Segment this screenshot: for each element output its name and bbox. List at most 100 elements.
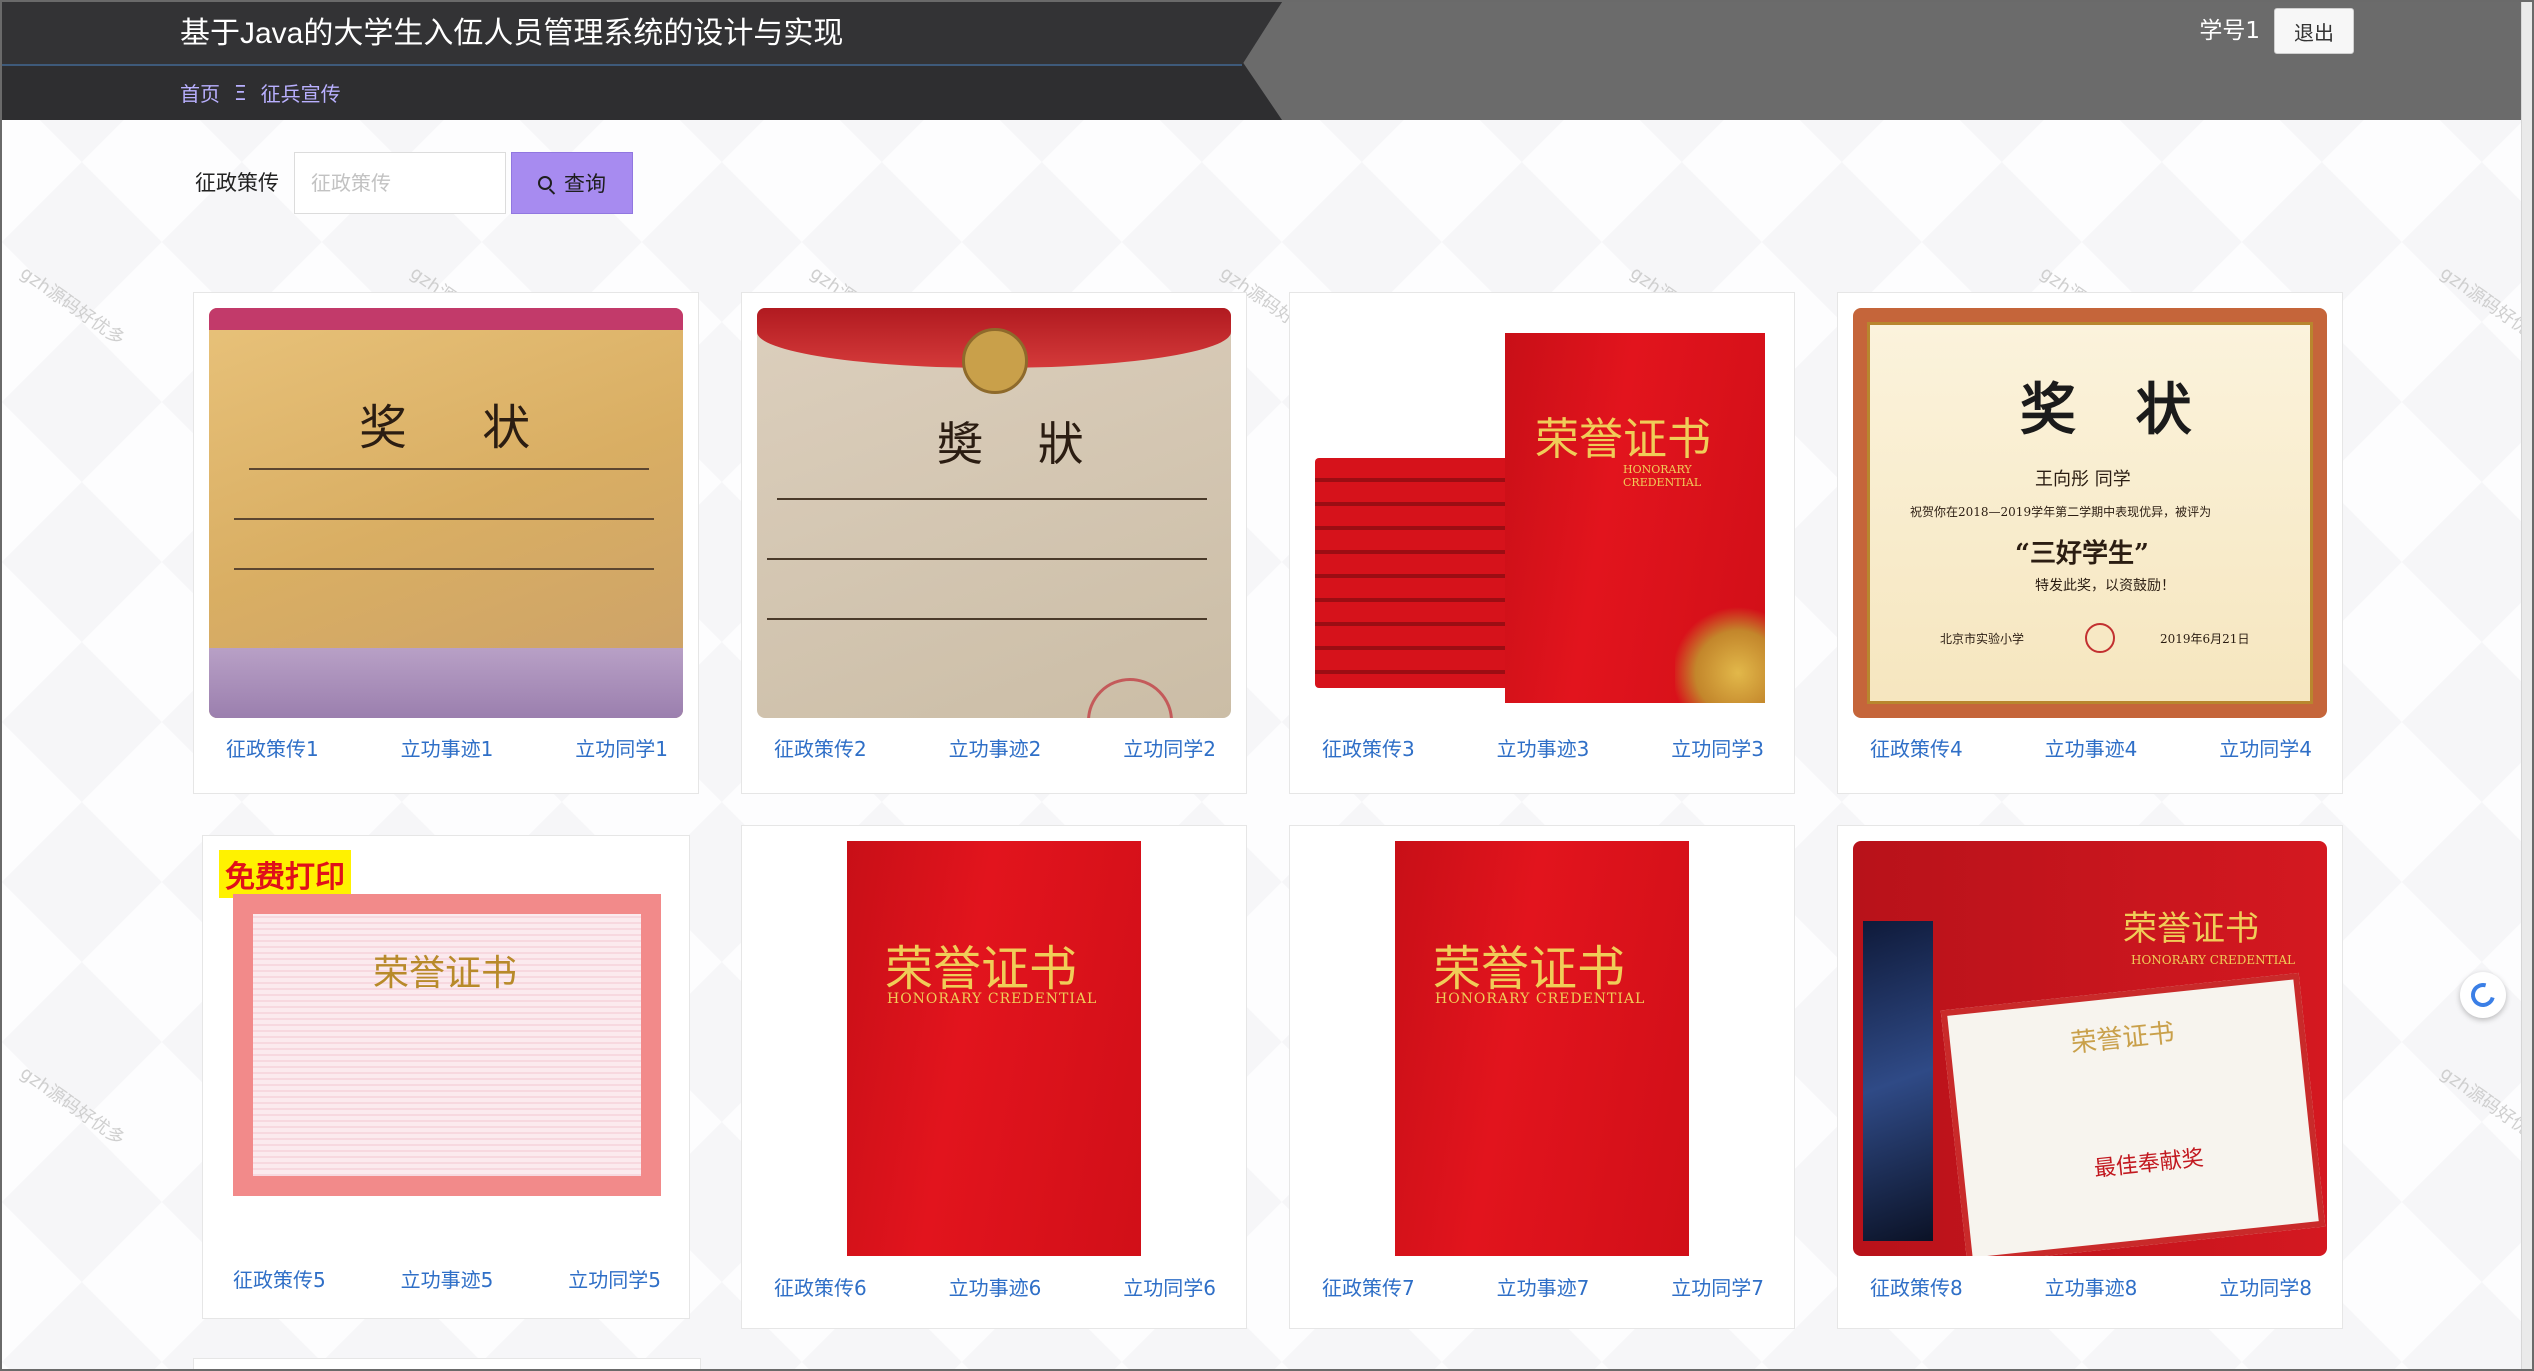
free-print-badge: 免费打印 <box>219 850 351 898</box>
link-student[interactable]: 立功同学4 <box>2219 733 2312 762</box>
link-policy[interactable]: 征政策传1 <box>226 733 319 762</box>
refresh-icon <box>2466 978 2500 1012</box>
emblem-icon <box>962 328 1028 394</box>
card-image-award-old[interactable]: 奬 狀 <box>757 308 1231 718</box>
card-image-border <box>209 308 683 330</box>
open-certificate: 荣誉证书 最佳奉献奖 <box>1940 972 2326 1256</box>
card-links: 征政策传1 立功事迹1 立功同学1 <box>226 733 668 762</box>
top-header: 基于Java的大学生入伍人员管理系统的设计与实现 首页 Ξ 征兵宣传 学号1 退… <box>2 2 2532 120</box>
card-links: 征政策传8 立功事迹8 立功同学8 <box>1870 1272 2312 1301</box>
search-label: 征政策传 <box>195 171 279 195</box>
floating-assistant-button[interactable] <box>2460 972 2506 1018</box>
link-student[interactable]: 立功同学6 <box>1123 1272 1216 1301</box>
student-name: 王向彤 同学 <box>2035 469 2131 490</box>
student-title: “三好学生” <box>2015 539 2149 569</box>
award-heading: 奬 狀 <box>937 417 1104 471</box>
link-student[interactable]: 立功同学2 <box>1123 733 1216 762</box>
award-heading: 奖 状 <box>359 400 561 456</box>
link-policy[interactable]: 征政策传7 <box>1322 1272 1415 1301</box>
link-student[interactable]: 立功同学5 <box>568 1264 661 1293</box>
card-links: 征政策传4 立功事迹4 立功同学4 <box>1870 733 2312 762</box>
link-student[interactable]: 立功同学3 <box>1671 733 1764 762</box>
handwriting-line <box>234 568 654 576</box>
watermark: gzh源码好优多 <box>16 262 129 350</box>
card[interactable]: 荣誉证书 HONORARY CREDENTIAL 征政策传3 立功事迹3 立功同… <box>1289 292 1795 794</box>
header-divider <box>2 64 1242 66</box>
handwriting-line <box>249 468 649 476</box>
link-deed[interactable]: 立功事迹3 <box>1497 733 1590 762</box>
search-button[interactable]: 查询 <box>511 152 633 214</box>
card-links: 征政策传6 立功事迹6 立功同学6 <box>774 1272 1216 1301</box>
link-policy[interactable]: 征政策传6 <box>774 1272 867 1301</box>
card-links: 征政策传7 立功事迹7 立功同学7 <box>1322 1272 1764 1301</box>
link-student[interactable]: 立功同学1 <box>575 733 668 762</box>
card-image-credential-open[interactable]: 荣誉证书 HONORARY CREDENTIAL 荣誉证书 最佳奉献奖 <box>1853 841 2327 1256</box>
honor-heading: 荣誉证书 <box>1535 414 1711 465</box>
red-book-cover: 荣誉证书 HONORARY CREDENTIAL <box>847 841 1141 1256</box>
handwriting-line <box>767 618 1207 626</box>
link-deed[interactable]: 立功事迹1 <box>401 733 494 762</box>
link-policy[interactable]: 征政策传4 <box>1870 733 1963 762</box>
card-links: 征政策传2 立功事迹2 立功同学2 <box>774 733 1216 762</box>
handwriting-line <box>234 518 654 526</box>
breadcrumb: 首页 Ξ 征兵宣传 <box>180 78 341 107</box>
link-policy[interactable]: 征政策传2 <box>774 733 867 762</box>
scrollbar[interactable] <box>2521 2 2532 1369</box>
red-book-cover: 荣誉证书 HONORARY CREDENTIAL <box>1395 841 1689 1256</box>
card[interactable]: 荣誉证书 HONORARY CREDENTIAL 荣誉证书 最佳奉献奖 征政策传… <box>1837 825 2343 1329</box>
handwriting-line <box>767 558 1207 566</box>
link-policy[interactable]: 征政策传8 <box>1870 1272 1963 1301</box>
link-deed[interactable]: 立功事迹8 <box>2045 1272 2138 1301</box>
search-input[interactable] <box>294 152 506 214</box>
card[interactable]: 奖 状 王向彤 同学 祝贺你在2018—2019学年第二学期中表现优异，被评为 … <box>1837 292 2343 794</box>
link-deed[interactable]: 立功事迹7 <box>1497 1272 1590 1301</box>
link-deed[interactable]: 立功事迹2 <box>949 733 1042 762</box>
honor-heading: 荣誉证书 <box>2123 909 2259 949</box>
card-image-pink-certificate[interactable]: 免费打印 荣誉证书 <box>213 846 679 1236</box>
search-button-label: 查询 <box>564 172 606 196</box>
honor-subheading: HONORARY CREDENTIAL <box>1435 991 1646 1007</box>
card[interactable]: 奬 狀 征政策传2 立功事迹2 立功同学2 <box>741 292 1247 794</box>
search-icon <box>538 176 552 190</box>
honor-subheading: HONORARY CREDENTIAL <box>2131 953 2295 967</box>
student-line: 祝贺你在2018—2019学年第二学期中表现优异，被评为 <box>1910 505 2212 519</box>
certificate-border: 荣誉证书 <box>233 894 661 1196</box>
link-deed[interactable]: 立功事迹4 <box>2045 733 2138 762</box>
image-ground <box>209 648 683 718</box>
watermark: gzh源码好优多 <box>16 1062 129 1150</box>
handwriting-line <box>777 498 1207 506</box>
honor-heading: 荣誉证书 <box>373 953 518 994</box>
breadcrumb-current[interactable]: 征兵宣传 <box>261 78 341 107</box>
link-deed[interactable]: 立功事迹5 <box>401 1264 494 1293</box>
card-image-credential-stack[interactable]: 荣誉证书 HONORARY CREDENTIAL <box>1305 308 1779 718</box>
logout-button[interactable]: 退出 <box>2274 8 2354 54</box>
breadcrumb-home[interactable]: 首页 <box>180 78 220 107</box>
watermark: gzh源码好优多 <box>2436 262 2534 350</box>
stacked-books <box>1315 458 1515 688</box>
card[interactable]: 荣誉证书 HONORARY CREDENTIAL 征政策传6 立功事迹6 立功同… <box>741 825 1247 1329</box>
link-student[interactable]: 立功同学7 <box>1671 1272 1764 1301</box>
app-title: 基于Java的大学生入伍人员管理系统的设计与实现 <box>180 17 844 50</box>
card[interactable]: 免费打印 荣誉证书 征政策传5 立功事迹5 立功同学5 <box>202 835 690 1319</box>
card-image-credential-cover[interactable]: 荣誉证书 HONORARY CREDENTIAL <box>757 841 1231 1256</box>
link-policy[interactable]: 征政策传5 <box>233 1264 326 1293</box>
school-name: 北京市实验小学 <box>1940 632 2025 646</box>
seal-stamp <box>2085 623 2115 653</box>
link-deed[interactable]: 立功事迹6 <box>949 1272 1042 1301</box>
card[interactable]: 荣誉证书 HONORARY CREDENTIAL 征政策传7 立功事迹7 立功同… <box>1289 825 1795 1329</box>
card-links: 征政策传3 立功事迹3 立功同学3 <box>1322 733 1764 762</box>
card[interactable]: 奖 状 征政策传1 立功事迹1 立功同学1 <box>193 292 699 794</box>
award-date: 2019年6月21日 <box>2160 632 2250 646</box>
crystal-trophy <box>1863 921 1933 1241</box>
certificate-grid: 荣誉证书 <box>253 914 641 1176</box>
red-book-cover: 荣誉证书 HONORARY CREDENTIAL <box>1505 333 1765 703</box>
card-image-three-good-student[interactable]: 奖 状 王向彤 同学 祝贺你在2018—2019学年第二学期中表现优异，被评为 … <box>1853 308 2327 718</box>
breadcrumb-separator: Ξ <box>234 80 247 105</box>
honor-heading: 荣誉证书 <box>1433 941 1626 997</box>
link-student[interactable]: 立功同学8 <box>2219 1272 2312 1301</box>
link-policy[interactable]: 征政策传3 <box>1322 733 1415 762</box>
award-heading: 奖 状 <box>2020 377 2212 443</box>
card-image-award-handwritten[interactable]: 奖 状 <box>209 308 683 718</box>
card-image-credential-cover[interactable]: 荣誉证书 HONORARY CREDENTIAL <box>1305 841 1779 1256</box>
inner-heading: 荣誉证书 <box>2069 1018 2176 1060</box>
